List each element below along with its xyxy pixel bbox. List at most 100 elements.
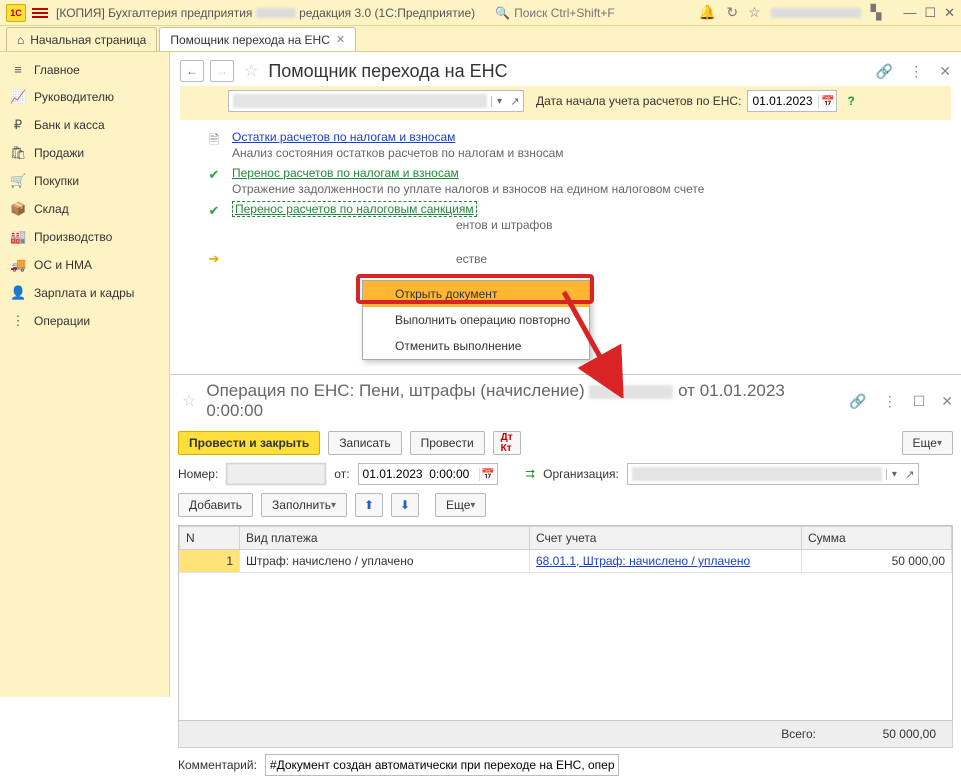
box-icon: 📦 [10, 201, 26, 217]
sidebar-item-label: Банк и касса [34, 118, 105, 132]
doc-date-input[interactable] [359, 467, 479, 481]
tab-home-label: Начальная страница [30, 33, 146, 47]
bag-icon: 🛍 [10, 145, 26, 161]
post-button[interactable]: Провести [410, 431, 485, 455]
step-link[interactable]: Перенос расчетов по налоговым санкциям [232, 201, 477, 217]
doc-window: ☆ Операция по ЕНС: Пени, штрафы (начисле… [170, 374, 961, 697]
col-type[interactable]: Вид платежа [240, 527, 530, 550]
menu-item-open-doc[interactable]: Открыть документ [363, 281, 589, 307]
payments-grid[interactable]: N Вид платежа Счет учета Сумма 1 Штраф: … [178, 525, 953, 721]
nav-forward-button[interactable]: → [210, 60, 234, 82]
table-row[interactable]: 1 Штраф: начислено / уплачено 68.01.1, Ш… [180, 550, 952, 573]
link-icon[interactable]: 🔗 [876, 63, 893, 80]
apps-icon[interactable]: ▚ [871, 4, 882, 21]
sidebar-item-operations[interactable]: ⋮Операции [0, 307, 169, 335]
favorite-icon[interactable]: ☆ [182, 391, 196, 411]
favorite-icon[interactable]: ☆ [244, 61, 258, 81]
close-icon[interactable]: ✕ [939, 63, 951, 80]
sidebar-item-purchases[interactable]: 🛒Покупки [0, 167, 169, 195]
link-icon[interactable]: 🔗 [849, 393, 866, 410]
doc-title: Операция по ЕНС: Пени, штрафы (начислени… [206, 381, 827, 421]
sidebar-item-label: Производство [34, 230, 112, 244]
col-account[interactable]: Счет учета [530, 527, 802, 550]
comment-input[interactable] [265, 754, 619, 776]
bell-icon[interactable]: 🔔 [699, 4, 716, 21]
search-icon: 🔍 [495, 6, 510, 20]
show-movements-icon[interactable]: ⮆ [526, 467, 536, 482]
ruble-icon: ₽ [10, 117, 26, 133]
sidebar-item-warehouse[interactable]: 📦Склад [0, 195, 169, 223]
close-icon[interactable]: ✕ [941, 393, 953, 410]
journal-icon: ⋮ [10, 313, 26, 329]
star-icon[interactable]: ☆ [748, 4, 761, 21]
sidebar-item-assets[interactable]: 🚚 ОС и НМА [0, 251, 169, 279]
fill-button[interactable]: Заполнить [261, 493, 347, 517]
move-down-button[interactable]: ⬇ [391, 493, 419, 517]
account-link[interactable]: 68.01.1, Штраф: начислено / уплачено [536, 554, 750, 568]
doc-icon: 🗎 [206, 131, 222, 153]
menu-item-rerun[interactable]: Выполнить операцию повторно [363, 307, 589, 333]
tab-assistant-label: Помощник перехода на ЕНС [170, 33, 330, 47]
calendar-icon[interactable]: 📅 [479, 468, 497, 481]
open-icon[interactable]: ↗ [507, 95, 523, 108]
truck-icon: 🚚 [10, 257, 26, 273]
maximize-button[interactable]: ☐ [924, 5, 936, 21]
col-n[interactable]: N [180, 527, 240, 550]
main-menu-icon[interactable] [32, 8, 48, 18]
nav-back-button[interactable]: ← [180, 60, 204, 82]
step-desc: Анализ состояния остатков расчетов по на… [232, 146, 951, 160]
user-blur [771, 8, 861, 18]
col-sum[interactable]: Сумма [802, 527, 952, 550]
sidebar-item-production[interactable]: 🏭Производство [0, 223, 169, 251]
doc-titlebar: ☆ Операция по ЕНС: Пени, штрафы (начисле… [170, 375, 961, 427]
menu-item-cancel[interactable]: Отменить выполнение [363, 333, 589, 359]
write-button[interactable]: Записать [328, 431, 401, 455]
maximize-icon[interactable]: ☐ [913, 393, 926, 410]
chevron-down-icon[interactable]: ▾ [886, 469, 902, 480]
sidebar-item-manager[interactable]: 📈Руководителю [0, 83, 169, 111]
org-combo[interactable]: ▾ ↗ [228, 90, 524, 112]
step-4: ➔ естве [206, 250, 951, 267]
sidebar-item-sales[interactable]: 🛍Продажи [0, 139, 169, 167]
close-icon[interactable]: ✕ [336, 33, 345, 46]
sidebar-item-main[interactable]: ≡Главное [0, 56, 169, 83]
start-date-field[interactable]: 📅 [747, 90, 837, 112]
totals-label: Всего: [781, 727, 816, 741]
step-link[interactable]: Остатки расчетов по налогам и взносам [232, 130, 455, 144]
global-search[interactable]: 🔍 [495, 6, 644, 20]
totals-value: 50 000,00 [856, 727, 936, 741]
sidebar-item-hr[interactable]: 👤Зарплата и кадры [0, 279, 169, 307]
doc-org-combo[interactable]: ▾ ↗ [627, 463, 919, 485]
post-close-button[interactable]: Провести и закрыть [178, 431, 320, 455]
help-icon[interactable]: ? [847, 94, 854, 108]
tab-assistant[interactable]: Помощник перехода на ЕНС ✕ [159, 27, 356, 51]
step-link[interactable]: Перенос расчетов по налогам и взносам [232, 166, 459, 180]
chevron-down-icon[interactable]: ▾ [491, 96, 507, 107]
history-icon[interactable]: ↻ [726, 4, 738, 21]
start-date-input[interactable] [748, 94, 818, 108]
number-input[interactable] [226, 463, 326, 485]
cell-type: Штраф: начислено / уплачено [240, 550, 530, 573]
step-desc: Отражение задолженности по уплате налого… [232, 182, 951, 196]
page-title: Помощник перехода на ЕНС [268, 61, 507, 82]
sidebar-item-label: Главное [34, 63, 80, 77]
sidebar-item-bank[interactable]: ₽ Банк и касса [0, 111, 169, 139]
close-button[interactable]: ✕ [944, 5, 955, 21]
more-button[interactable]: Еще [435, 493, 486, 517]
sidebar-item-label: ОС и НМА [34, 258, 92, 272]
move-up-button[interactable]: ⬆ [355, 493, 383, 517]
dt-kt-button[interactable]: ДтКт [493, 431, 521, 455]
open-icon[interactable]: ↗ [902, 468, 918, 481]
arrow-right-icon: ➔ [206, 251, 222, 267]
tab-home[interactable]: ⌂ Начальная страница [6, 27, 157, 51]
org-value-blur [233, 94, 487, 108]
add-button[interactable]: Добавить [178, 493, 253, 517]
minimize-button[interactable]: — [903, 5, 916, 21]
kebab-icon[interactable]: ⋮ [883, 393, 897, 410]
doc-date-field[interactable]: 📅 [358, 463, 498, 485]
doc-toolbar: Провести и закрыть Записать Провести ДтК… [170, 427, 961, 459]
calendar-icon[interactable]: 📅 [818, 95, 836, 108]
search-input[interactable] [514, 6, 644, 20]
kebab-icon[interactable]: ⋮ [909, 63, 923, 80]
more-button[interactable]: Еще [902, 431, 953, 455]
